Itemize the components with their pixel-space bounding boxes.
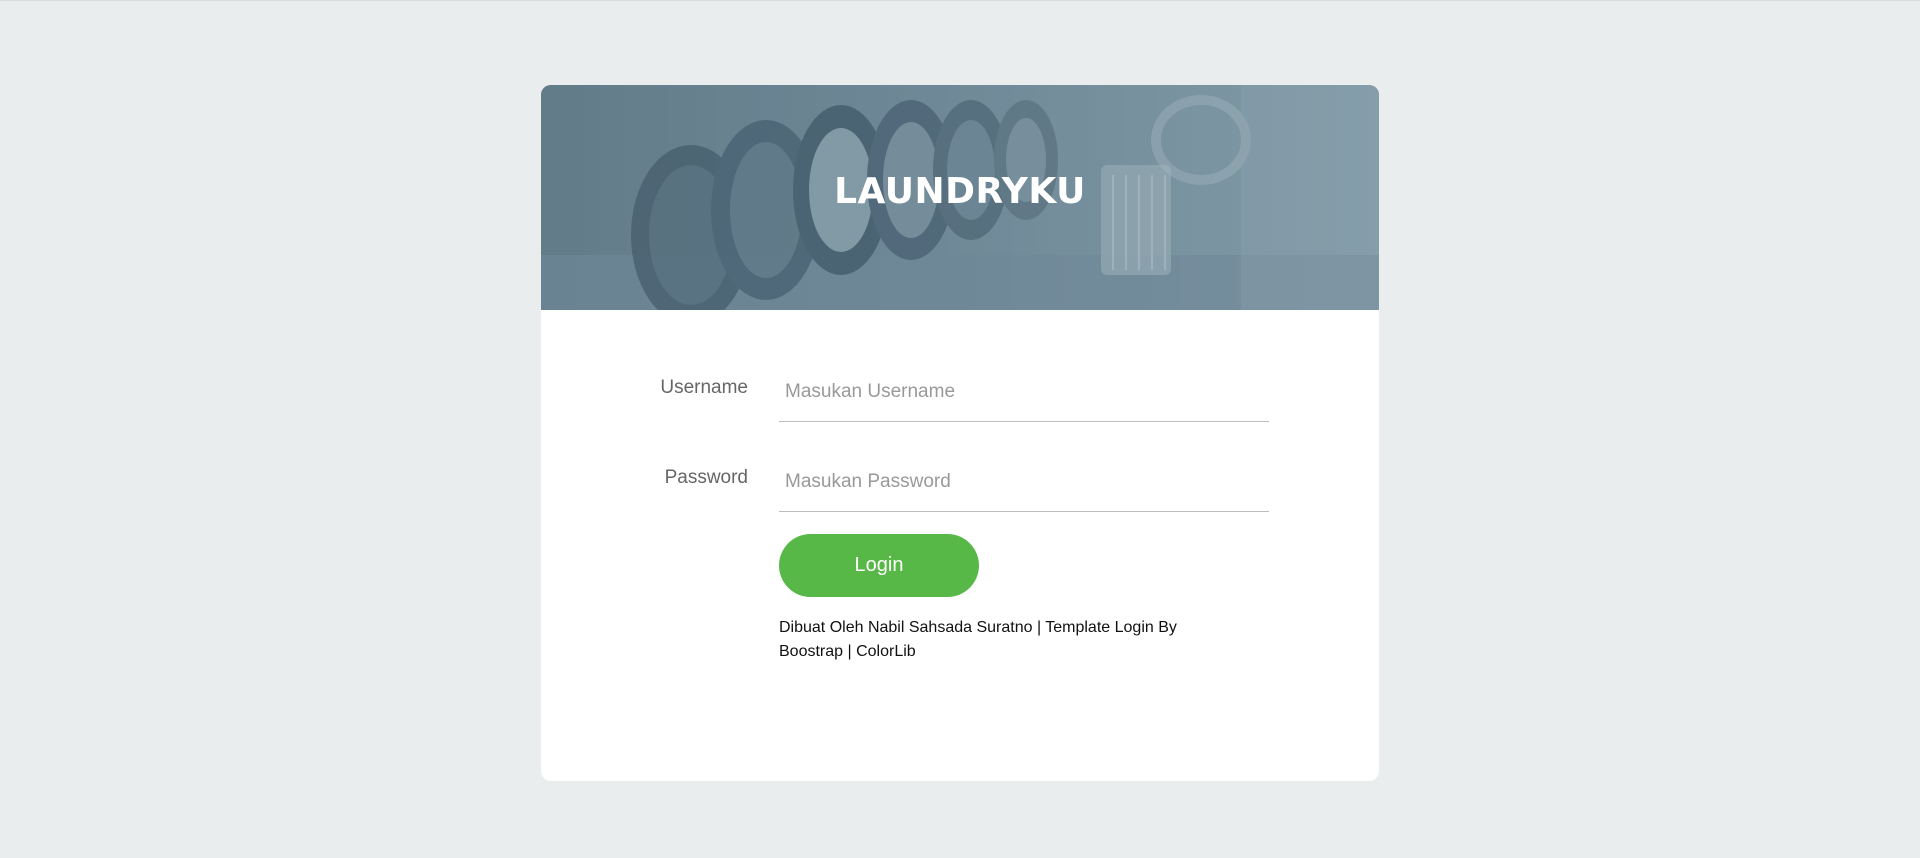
password-label: Password xyxy=(664,467,748,488)
password-input[interactable] xyxy=(779,452,1269,512)
login-form: Username Password Login Dibuat Oleh Nabi… xyxy=(541,310,1379,781)
credit-text: Dibuat Oleh Nabil Sahsada Suratno | Temp… xyxy=(779,619,1177,660)
username-input[interactable] xyxy=(779,362,1269,422)
hero-banner: LAUNDRYKU xyxy=(541,85,1379,310)
username-row: Username xyxy=(541,362,1379,422)
username-label: Username xyxy=(660,377,748,398)
password-row: Password xyxy=(541,452,1379,512)
login-page: LAUNDRYKU Username Password Login Dibuat… xyxy=(0,0,1920,858)
login-button[interactable]: Login xyxy=(779,534,979,597)
login-card: LAUNDRYKU Username Password Login Dibuat… xyxy=(541,85,1379,781)
app-title: LAUNDRYKU xyxy=(834,171,1086,212)
